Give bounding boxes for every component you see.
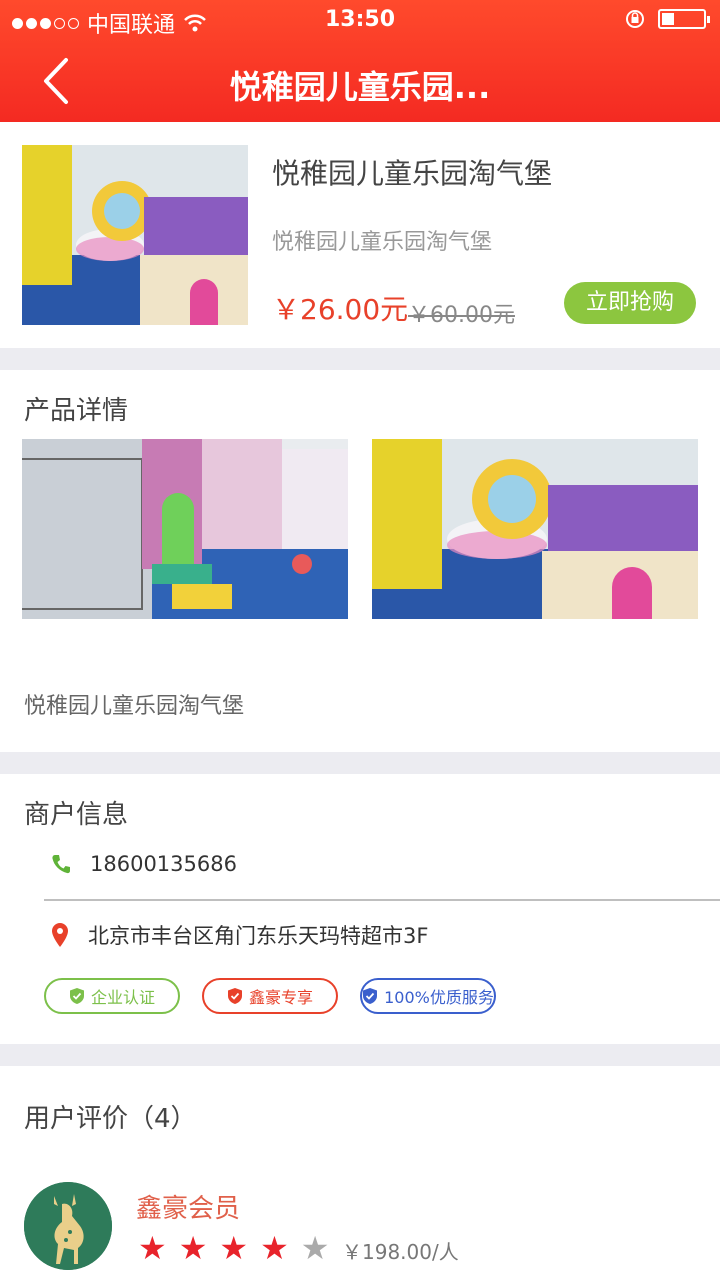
merchant-phone: 18600135686 — [90, 852, 237, 876]
badge-label: 企业认证 — [90, 988, 155, 1007]
reviews-title: 用户评价（4） — [24, 1104, 197, 1134]
detail-photo-2[interactable] — [372, 439, 698, 619]
product-description: 悦稚园儿童乐园淘气堡 — [24, 694, 245, 719]
shield-check-icon — [227, 988, 242, 1004]
shield-check-icon — [363, 988, 378, 1004]
phone-row[interactable]: 18600135686 — [50, 852, 237, 876]
product-subtitle: 悦稚园儿童乐园淘气堡 — [272, 230, 493, 255]
reviewer-name: 鑫豪会员 — [136, 1194, 241, 1224]
detail-photo-1[interactable] — [22, 439, 348, 619]
buy-now-button[interactable]: 立即抢购 — [564, 282, 696, 324]
avatar[interactable] — [24, 1182, 112, 1270]
product-thumbnail[interactable] — [22, 145, 248, 325]
location-pin-icon — [52, 923, 68, 947]
page-title: 悦稚园儿童乐园... — [229, 68, 491, 106]
star-icon: ★ — [219, 1229, 249, 1267]
badge-label: 100%优质服务 — [384, 988, 494, 1007]
badge-quality-service: 100%优质服务 — [360, 978, 496, 1014]
per-person-price: ￥198.00/人 — [342, 1240, 459, 1264]
star-icon: ★ — [138, 1229, 167, 1267]
section-divider — [0, 348, 720, 370]
battery-icon — [658, 9, 710, 29]
star-icon: ★ — [260, 1229, 289, 1267]
merchant-title: 商户信息 — [24, 800, 129, 830]
badge-enterprise-verified: 企业认证 — [44, 978, 180, 1014]
product-price: ￥26.00元 — [272, 293, 409, 326]
app-header: 中国联通 13:50 悦稚园儿童乐园... — [0, 0, 720, 122]
address-row[interactable]: 北京市丰台区角门东乐天玛特超市3F — [50, 920, 428, 950]
merchant-address: 北京市丰台区角门东乐天玛特超市3F — [88, 924, 429, 948]
original-price: ￥60.00元 — [408, 303, 515, 328]
product-name: 悦稚园儿童乐园淘气堡 — [272, 157, 553, 190]
status-time: 13:50 — [324, 7, 396, 32]
phone-icon — [52, 855, 70, 874]
badge-label: 鑫豪专享 — [248, 988, 313, 1007]
section-divider — [0, 1044, 720, 1066]
details-title: 产品详情 — [24, 396, 129, 426]
status-bar: 中国联通 13:50 — [0, 0, 720, 40]
nav-bar: 悦稚园儿童乐园... — [0, 40, 720, 122]
section-divider — [0, 752, 720, 774]
star-icon: ★ — [178, 1229, 208, 1267]
badge-exclusive: 鑫豪专享 — [202, 978, 338, 1014]
rating-stars: ★ ★ ★ ★ ★ — [138, 1232, 329, 1264]
star-icon: ★ — [300, 1229, 330, 1267]
orientation-lock-icon — [626, 10, 644, 28]
divider-line — [44, 899, 720, 901]
shield-check-icon — [69, 988, 84, 1004]
